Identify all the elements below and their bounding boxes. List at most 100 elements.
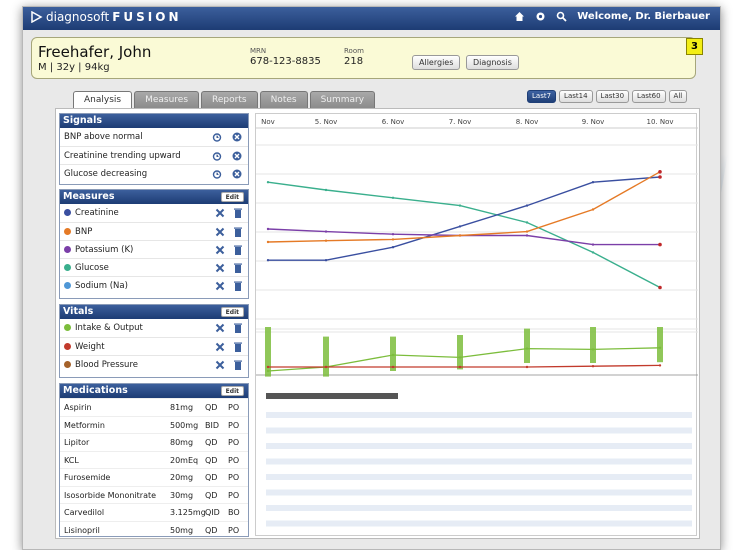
range-selector: Last7 Last14 Last30 Last60 All [527,90,688,103]
medication-row[interactable]: KCL 20mEq QD PO [60,450,248,469]
med-dose: 81mg [170,403,194,412]
gear-icon[interactable] [535,11,546,22]
tab-measures[interactable]: Measures [134,91,200,108]
medication-timeline-row [266,412,692,418]
top-bar: diagnosoft FUSION Welcome, Dr. Bierbauer [23,7,720,30]
signal-row[interactable]: BNP above normal [60,128,248,146]
measures-row[interactable]: Potassium (K) [60,240,248,258]
vitals-header: Vitals Edit [60,305,248,319]
range-all-button[interactable]: All [668,90,688,103]
medications-header: Medications Edit [60,384,248,398]
tab-summary[interactable]: Summary [309,91,376,108]
signal-label: Glucose decreasing [64,169,148,179]
home-icon[interactable] [514,11,525,22]
trash-icon[interactable] [234,342,242,352]
remove-icon[interactable] [215,281,225,291]
medication-row[interactable]: Lipitor 80mg QD PO [60,433,248,451]
series-color-dot [64,324,71,331]
vitals-edit-button[interactable]: Edit [220,307,244,317]
medication-row[interactable]: Metformin 500mg BID PO [60,415,248,434]
remove-icon[interactable] [215,208,225,218]
vitals-point [324,365,328,369]
vitals-point [591,348,595,351]
vitals-label: Weight [75,342,105,352]
remove-icon[interactable] [215,227,225,237]
measures-panel: Measures Edit Creatinine BNP Potassium (K) G… [59,189,249,299]
medication-row[interactable]: Isosorbide Mononitrate 30mg QD PO [60,485,248,504]
medications-edit-button[interactable]: Edit [220,386,244,396]
medication-row[interactable]: Carvedilol 3.125mg QID BO [60,503,248,521]
measures-row[interactable]: BNP [60,222,248,240]
data-point [591,251,595,254]
remove-icon[interactable] [215,342,225,352]
data-point [658,285,662,290]
range-last60-button[interactable]: Last60 [632,90,666,103]
signal-row[interactable]: Creatinine trending upward [60,146,248,164]
vitals-row[interactable]: Blood Pressure [60,355,248,373]
trash-icon[interactable] [234,263,242,273]
alarm-clock-icon[interactable] [212,132,222,142]
trash-icon[interactable] [234,208,242,218]
notification-badge[interactable]: 3 [686,38,703,55]
medication-row[interactable]: Lisinopril 50mg QD PO [60,520,248,539]
med-dose: 80mg [170,438,194,447]
vitals-row[interactable]: Intake & Output [60,319,248,337]
tab-analysis[interactable]: Analysis [73,91,133,109]
allergies-button[interactable]: Allergies [412,55,461,70]
trash-icon[interactable] [234,227,242,237]
vitals-range-bar [323,336,329,377]
series-color-dot [64,343,71,350]
med-frequency: QD [205,490,218,500]
medication-row[interactable]: Furosemide 20mg QD PO [60,468,248,486]
med-route: PO [228,420,240,430]
search-icon[interactable] [556,11,567,22]
measures-row[interactable]: Sodium (Na) [60,276,248,294]
signal-row[interactable]: Glucose decreasing [60,164,248,182]
x-tick-label: 6. Nov [382,118,405,126]
x-tick-label: 10. Nov [646,118,673,126]
med-name: Lisinopril [64,525,100,535]
data-point [391,246,395,249]
trash-icon[interactable] [234,323,242,333]
med-frequency: QD [205,438,218,447]
measures-edit-button[interactable]: Edit [220,192,244,202]
range-last30-button[interactable]: Last30 [595,90,630,103]
brand-light: diagnosoft [46,10,110,24]
remove-icon[interactable] [215,323,225,333]
diagnosis-button[interactable]: Diagnosis [466,55,519,70]
data-point [591,243,595,246]
data-point [324,259,328,262]
med-route: PO [228,525,240,535]
remove-icon[interactable] [215,245,225,255]
medication-timeline-row [266,458,692,465]
logo-icon [31,11,43,23]
data-point [458,234,462,237]
alarm-clock-icon[interactable] [212,169,222,179]
app-logo: diagnosoft FUSION [31,10,181,24]
dismiss-icon[interactable] [232,151,242,161]
patient-demographics: M | 32y | 94kg [38,62,110,73]
remove-icon[interactable] [215,360,225,370]
trash-icon[interactable] [234,360,242,370]
med-dose: 20mg [170,473,194,482]
tab-reports[interactable]: Reports [201,91,258,108]
vitals-row[interactable]: Weight [60,337,248,355]
trash-icon[interactable] [234,245,242,255]
signal-label: BNP above normal [64,132,143,142]
measures-row[interactable]: Glucose [60,258,248,276]
remove-icon[interactable] [215,263,225,273]
vitals-point [525,347,529,350]
medication-row[interactable]: Aspirin 81mg QD PO [60,398,248,416]
trash-icon[interactable] [234,281,242,291]
dismiss-icon[interactable] [232,132,242,142]
x-tick-label: 9. Nov [582,118,605,126]
dismiss-icon[interactable] [232,169,242,179]
measures-row[interactable]: Creatinine [60,204,248,222]
app-window: diagnosoft FUSION Welcome, Dr. Bierbauer… [22,6,721,550]
range-last7-button[interactable]: Last7 [527,90,557,103]
alarm-clock-icon[interactable] [212,151,222,161]
vitals-point [658,346,662,349]
range-last14-button[interactable]: Last14 [559,90,593,103]
tab-notes[interactable]: Notes [259,91,308,108]
medication-timeline-row [266,505,692,511]
